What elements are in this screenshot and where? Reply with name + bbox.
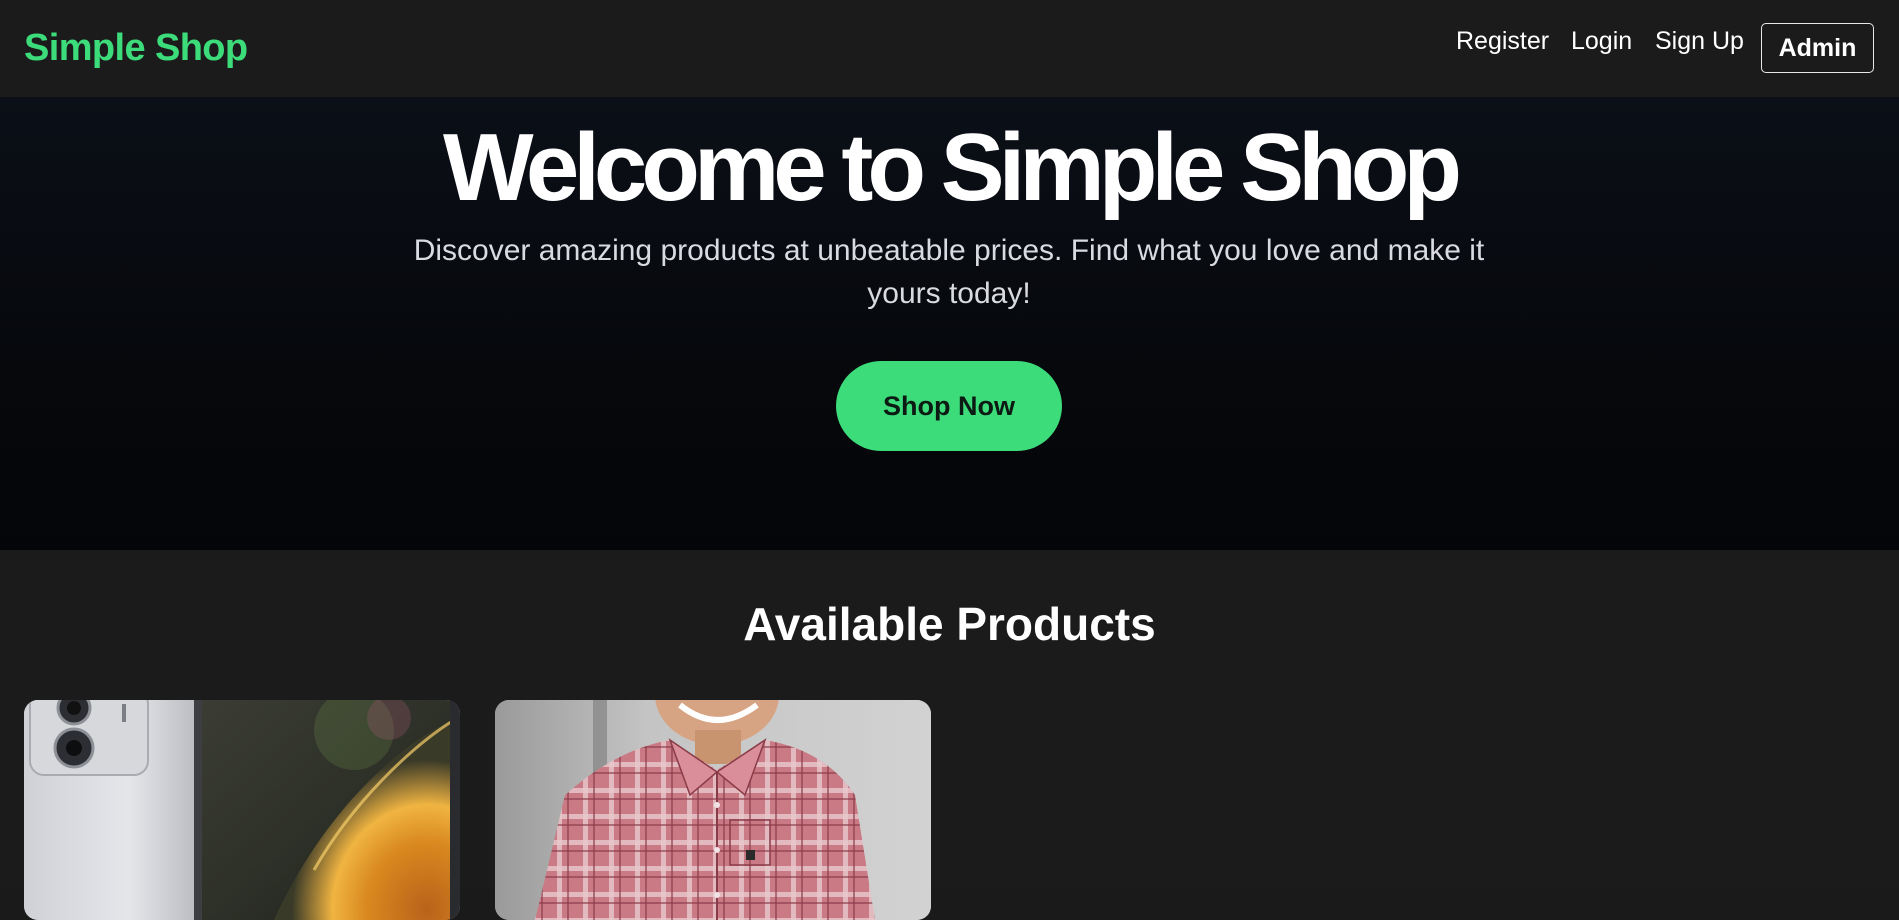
shop-now-button[interactable]: Shop Now (836, 361, 1062, 451)
top-navbar: Simple Shop Register Login Sign Up Admin (0, 0, 1899, 97)
nav-register-link[interactable]: Register (1456, 24, 1549, 58)
smartphone-product-image (24, 700, 460, 920)
brand-logo[interactable]: Simple Shop (24, 24, 248, 72)
plaid-shirt-product-image (495, 700, 931, 920)
admin-button[interactable]: Admin (1761, 23, 1874, 73)
hero-subtitle: Discover amazing products at unbeatable … (413, 234, 1485, 310)
product-card[interactable] (495, 700, 931, 920)
nav-signup-link[interactable]: Sign Up (1655, 24, 1744, 58)
hero-section: Welcome to Simple Shop Discover amazing … (0, 97, 1899, 550)
product-card[interactable] (24, 700, 460, 920)
nav-login-link[interactable]: Login (1571, 24, 1632, 58)
hero-title: Welcome to Simple Shop (442, 114, 1462, 221)
products-section: Available Products (0, 550, 1899, 920)
products-heading: Available Products (743, 598, 1156, 650)
